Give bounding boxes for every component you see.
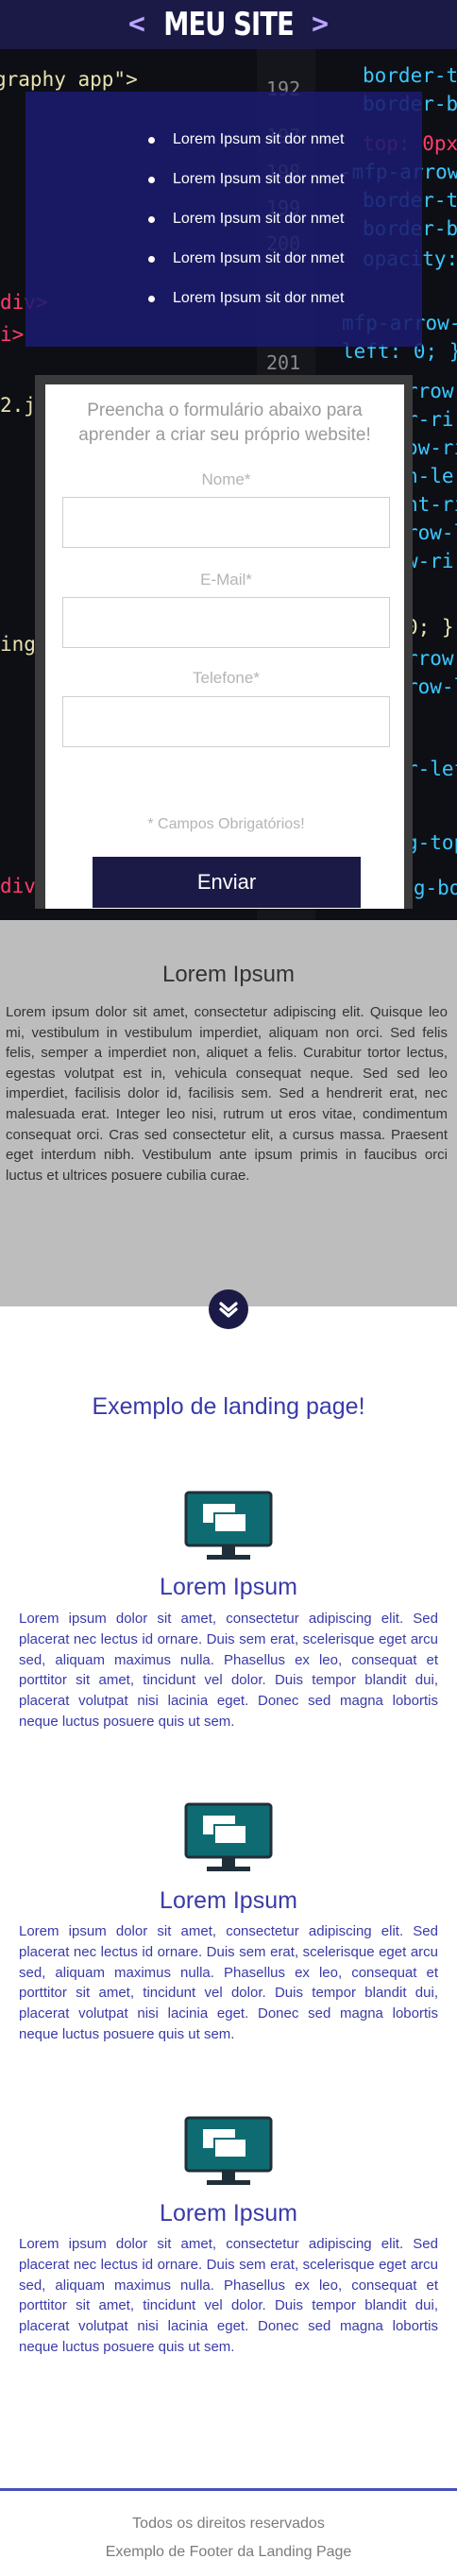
code-text: r-lef xyxy=(406,758,457,780)
bullet-text: Lorem Ipsum sit dor nmet xyxy=(173,131,345,147)
about-body: Lorem ipsum dolor sit amet, consectetur … xyxy=(6,1004,448,1184)
code-text: n-le xyxy=(406,465,454,487)
code-text: g-top xyxy=(406,831,457,854)
scroll-down-button[interactable] xyxy=(209,1289,248,1329)
bullet-icon xyxy=(148,216,155,223)
code-text: rrow-le xyxy=(406,380,457,402)
phone-field[interactable] xyxy=(62,696,390,747)
code-text: row-le xyxy=(406,521,457,544)
bullet-icon xyxy=(148,137,155,144)
required-fields-note: * Campos Obrigatórios! xyxy=(147,816,305,832)
hero-section: graphy app"> div> i> 2.jpg ing"> div> 19… xyxy=(0,49,457,920)
email-field[interactable] xyxy=(62,597,390,648)
feature-body: Lorem ipsum dolor sit amet, consectetur … xyxy=(19,1923,438,2042)
email-field-label: E-Mail* xyxy=(200,571,252,589)
hero-bullet-list: Lorem Ipsum sit dor nmet Lorem Ipsum sit… xyxy=(148,131,344,330)
feature-title: Lorem Ipsum xyxy=(160,1574,297,1600)
desktop-windows-icon xyxy=(184,1491,273,1560)
code-text: ht-ri xyxy=(406,493,457,516)
bullet-icon xyxy=(148,256,155,263)
list-item: Lorem Ipsum sit dor nmet xyxy=(148,250,344,290)
form-intro-text: Preencha o formulário abaixo para aprend… xyxy=(78,401,371,445)
feature-title: Lorem Ipsum xyxy=(160,1887,297,1914)
site-header: < MEU SITE > xyxy=(0,0,457,49)
code-text: w-ri xyxy=(406,550,454,572)
line-number: 201 xyxy=(266,351,301,374)
about-title: Lorem Ipsum xyxy=(161,962,296,987)
landing-title: Exemplo de landing page! xyxy=(92,1393,365,1420)
footer-divider xyxy=(0,2488,457,2491)
desktop-windows-icon xyxy=(184,2116,273,2185)
feature-title: Lorem Ipsum xyxy=(160,2200,297,2226)
submit-button[interactable]: Enviar xyxy=(93,857,361,908)
logo-bracket-left: < xyxy=(127,8,145,41)
code-text: rrow-r xyxy=(406,647,457,670)
hero-bullet-box: Lorem Ipsum sit dor nmet Lorem Ipsum sit… xyxy=(25,92,422,347)
logo-text: MEU SITE xyxy=(163,6,294,43)
bullet-icon xyxy=(148,177,155,183)
code-text: r-ri xyxy=(406,408,454,431)
feature-body: Lorem ipsum dolor sit amet, consectetur … xyxy=(19,1611,438,1730)
bullet-icon xyxy=(148,296,155,302)
footer-copyright: Todos os direitos reservados xyxy=(132,2516,325,2532)
name-field-label: Nome* xyxy=(201,470,251,488)
code-text: row-le xyxy=(406,675,457,698)
logo-bracket-right: > xyxy=(312,8,330,41)
bullet-text: Lorem Ipsum sit dor nmet xyxy=(173,290,345,306)
bullet-text: Lorem Ipsum sit dor nmet xyxy=(173,211,345,227)
phone-field-label: Telefone* xyxy=(193,669,260,687)
code-text: ow-ri xyxy=(406,436,457,459)
bullet-text: Lorem Ipsum sit dor nmet xyxy=(173,250,345,266)
code-text: i> xyxy=(0,323,25,346)
feature-body: Lorem ipsum dolor sit amet, consectetur … xyxy=(19,2236,438,2355)
desktop-windows-icon xyxy=(184,1802,273,1871)
code-text: graphy app"> xyxy=(0,68,138,91)
list-item: Lorem Ipsum sit dor nmet xyxy=(148,211,344,250)
code-text: 0; } xyxy=(406,616,454,639)
list-item: Lorem Ipsum sit dor nmet xyxy=(148,131,344,171)
chevron-down-icon xyxy=(219,1302,238,1318)
list-item: Lorem Ipsum sit dor nmet xyxy=(148,290,344,330)
code-text: border-to xyxy=(363,64,457,87)
footer-note: Exemplo de Footer da Landing Page xyxy=(105,2544,352,2560)
name-field[interactable] xyxy=(62,497,390,548)
list-item: Lorem Ipsum sit dor nmet xyxy=(148,171,344,211)
landing-page: < MEU SITE > graphy app"> div> i> 2.jpg … xyxy=(0,0,457,2576)
site-logo[interactable]: < MEU SITE > xyxy=(128,6,329,43)
bullet-text: Lorem Ipsum sit dor nmet xyxy=(173,171,345,187)
